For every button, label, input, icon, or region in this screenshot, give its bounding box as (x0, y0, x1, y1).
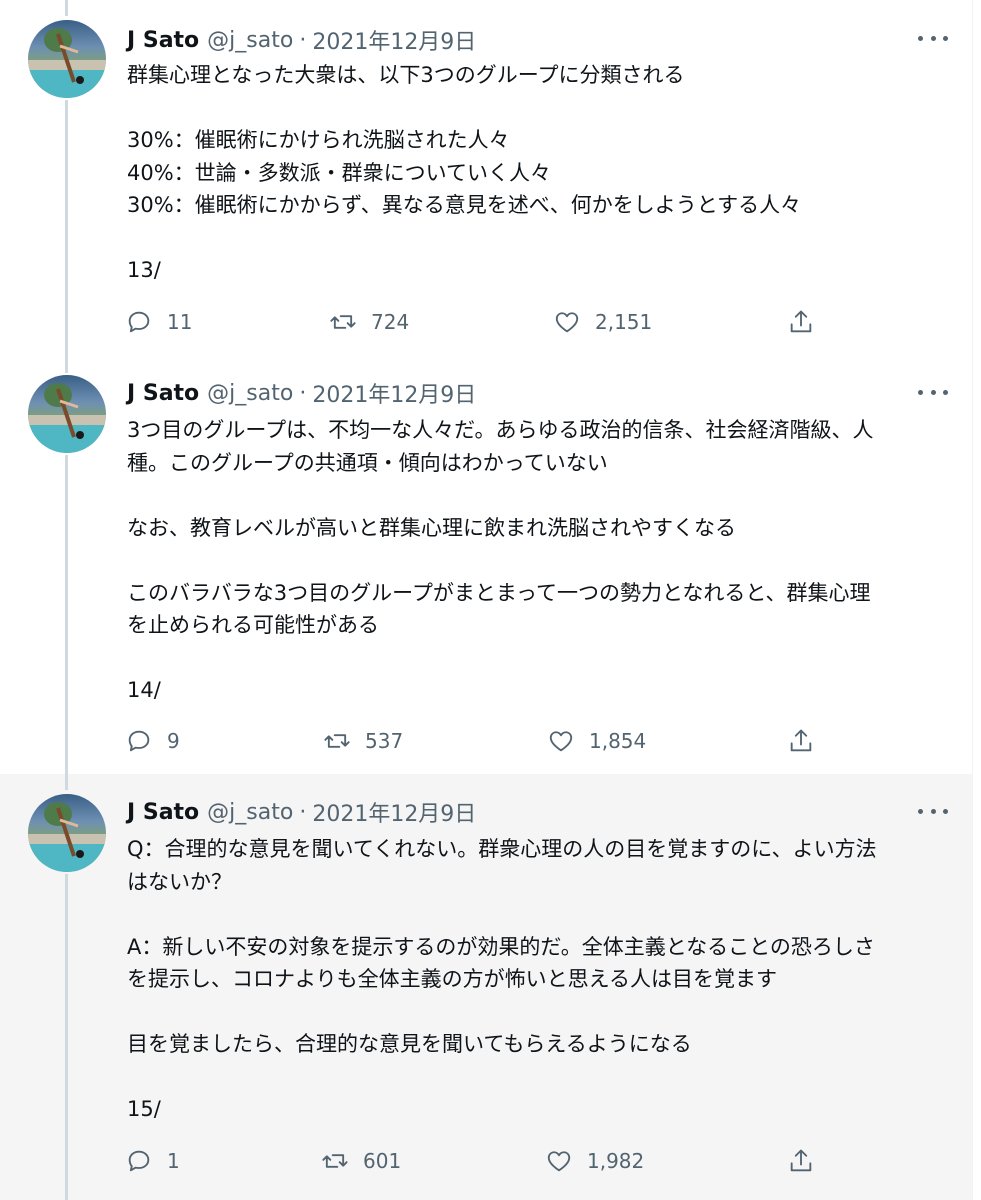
retweet-button[interactable]: 601 (321, 1146, 401, 1176)
avatar-photo (28, 802, 106, 872)
share-button[interactable] (787, 307, 829, 337)
retweet-button[interactable]: 724 (329, 307, 409, 337)
tweet-actions: 11 724 2,151 (125, 307, 825, 337)
avatar[interactable] (28, 375, 106, 453)
separator: · (299, 380, 307, 406)
like-button[interactable]: 1,982 (545, 1146, 644, 1176)
tweet[interactable]: J Sato @j_sato · 2021年12月9日 Q：合理的な意見を聞いて… (0, 774, 972, 1200)
tweet-header: J Sato @j_sato · 2021年12月9日 (127, 796, 476, 828)
reply-button[interactable]: 11 (125, 307, 192, 337)
author-name[interactable]: J Sato (127, 28, 199, 53)
share-icon (790, 729, 812, 752)
avatar-photo (28, 28, 106, 98)
thread-line (65, 874, 68, 1200)
author-handle[interactable]: @j_sato (207, 28, 293, 53)
retweet-button[interactable]: 537 (323, 726, 403, 756)
tweet-date[interactable]: 2021年12月9日 (312, 796, 476, 828)
author-handle[interactable]: @j_sato (207, 381, 293, 406)
reply-icon (128, 1150, 150, 1172)
retweet-count: 724 (371, 310, 410, 334)
thread-line-top (65, 774, 68, 790)
like-button[interactable]: 2,151 (553, 307, 652, 337)
heart-icon (547, 1151, 571, 1172)
reply-icon (128, 730, 150, 752)
like-count: 2,151 (595, 310, 653, 334)
thread-line-top (65, 371, 68, 373)
share-button[interactable] (787, 1146, 829, 1176)
author-name[interactable]: J Sato (127, 381, 199, 406)
tweet-header: J Sato @j_sato · 2021年12月9日 (127, 24, 476, 56)
heart-icon (549, 731, 573, 752)
tweet-text: 3つ目のグループは、不均一な人々だ。あらゆる政治的信条、社会経済階級、人 種。こ… (127, 418, 874, 702)
retweet-icon (322, 1154, 348, 1168)
retweet-icon (330, 315, 356, 329)
share-button[interactable] (787, 726, 829, 756)
reply-button[interactable]: 1 (125, 1146, 180, 1176)
like-count: 1,982 (587, 1149, 645, 1173)
thread-line-top (65, 0, 68, 16)
more-icon[interactable] (918, 382, 948, 402)
avatar[interactable] (28, 794, 106, 872)
tweet-text: 群集心理となった大衆は、以下3つのグループに分類される 30%：催眠術にかけられ… (127, 63, 802, 282)
heart-icon (555, 312, 579, 333)
tweet-date[interactable]: 2021年12月9日 (312, 377, 476, 409)
tweet[interactable]: J Sato @j_sato · 2021年12月9日 群集心理となった大衆は、… (0, 0, 972, 371)
reply-count: 11 (167, 310, 193, 334)
avatar[interactable] (28, 20, 106, 98)
tweet-actions: 1 601 1,982 (125, 1146, 825, 1176)
reply-count: 1 (167, 1149, 180, 1173)
thread-line (65, 455, 68, 774)
tweet-actions: 9 537 1,854 (125, 726, 825, 756)
tweet[interactable]: J Sato @j_sato · 2021年12月9日 3つ目のグループは、不均… (0, 371, 972, 774)
share-icon (790, 310, 812, 333)
reply-icon (128, 311, 150, 333)
reply-count: 9 (167, 729, 180, 753)
like-button[interactable]: 1,854 (547, 726, 646, 756)
reply-button[interactable]: 9 (125, 726, 180, 756)
author-handle[interactable]: @j_sato (207, 800, 293, 825)
share-icon (790, 1149, 812, 1172)
tweet-header: J Sato @j_sato · 2021年12月9日 (127, 377, 476, 409)
more-icon[interactable] (918, 801, 948, 821)
separator: · (299, 27, 307, 53)
author-name[interactable]: J Sato (127, 800, 199, 825)
retweet-icon (324, 734, 350, 748)
more-icon[interactable] (918, 28, 948, 48)
timeline: J Sato @j_sato · 2021年12月9日 群集心理となった大衆は、… (0, 0, 973, 1200)
tweet-date[interactable]: 2021年12月9日 (312, 24, 476, 56)
retweet-count: 601 (363, 1149, 402, 1173)
like-count: 1,854 (589, 729, 647, 753)
avatar-photo (28, 383, 106, 453)
retweet-count: 537 (365, 729, 404, 753)
thread-line (65, 100, 68, 371)
separator: · (299, 799, 307, 825)
tweet-text: Q：合理的な意見を聞いてくれない。群衆心理の人の目を覚ますのに、よい方法 はない… (127, 837, 877, 1121)
